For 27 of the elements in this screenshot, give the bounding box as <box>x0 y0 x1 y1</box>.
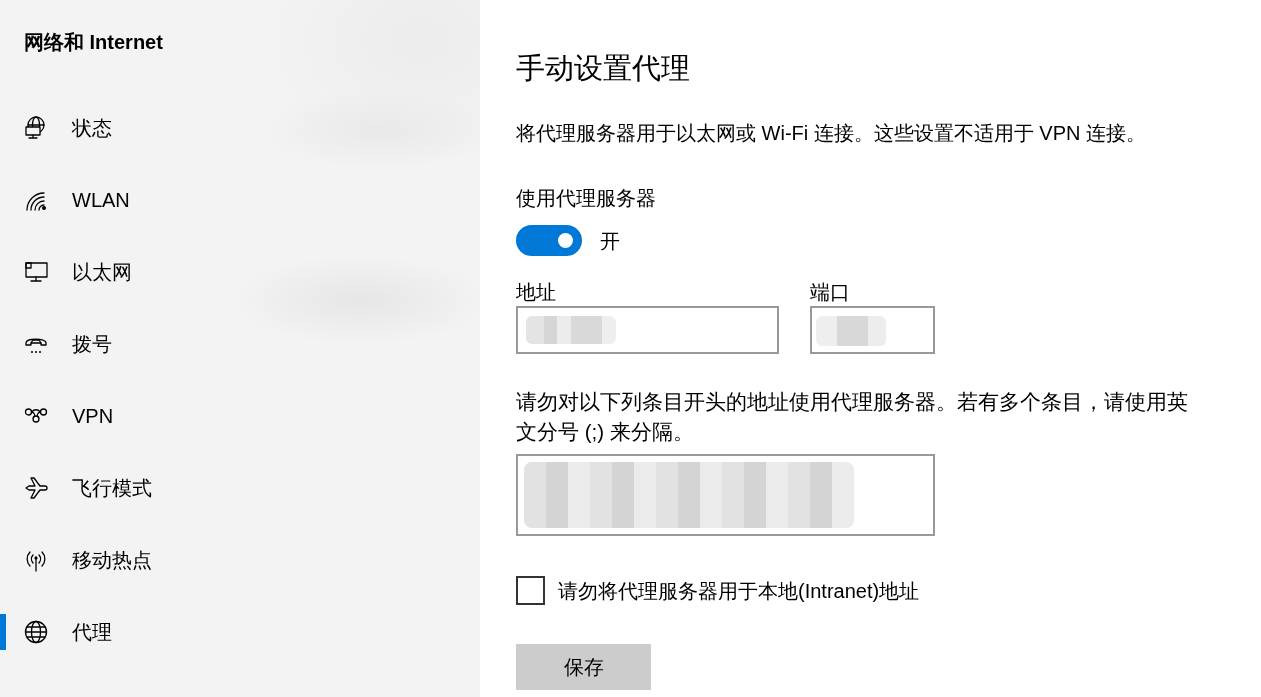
exceptions-description: 请勿对以下列条目开头的地址使用代理服务器。若有多个条目，请使用英文分号 (;) 来分隔。 <box>516 389 1189 445</box>
sidebar-item[interactable]: 拨号 <box>0 308 480 380</box>
page-title: 手动设置代理 <box>516 51 690 86</box>
port-label: 端口 <box>810 281 850 303</box>
port-field[interactable] <box>810 306 935 354</box>
sidebar-item[interactable]: 状态 <box>0 92 480 164</box>
address-label: 地址 <box>516 281 556 303</box>
checkbox-label: 请勿将代理服务器用于本地(Intranet)地址 <box>558 578 920 604</box>
save-button[interactable]: 保存 <box>516 644 651 690</box>
exceptions-field[interactable] <box>516 454 935 536</box>
monitor-icon <box>24 260 48 284</box>
description-text: 将代理服务器用于以太网或 Wi-Fi 连接。这些设置不适用于 VPN 连接。 <box>516 121 1146 146</box>
switch-state-label: 开 <box>600 228 620 254</box>
sidebar-item[interactable]: 飞行模式 <box>0 452 480 524</box>
address-field[interactable] <box>516 306 779 354</box>
switch-label: 使用代理服务器 <box>516 186 656 211</box>
checkbox[interactable] <box>516 576 545 605</box>
sidebar-item[interactable]: VPN <box>0 380 480 452</box>
globe-monitor-icon <box>24 116 48 140</box>
sidebar-item[interactable]: WLAN <box>0 164 480 236</box>
toggle-switch[interactable] <box>516 225 582 256</box>
sidebar-item[interactable]: 以太网 <box>0 236 480 308</box>
globe-icon <box>24 620 48 644</box>
sidebar-item[interactable]: 代理 <box>0 596 480 668</box>
airplane-icon <box>24 476 48 500</box>
sidebar-title: 网络和 Internet <box>24 30 163 55</box>
sidebar-item[interactable]: 移动热点 <box>0 524 480 596</box>
